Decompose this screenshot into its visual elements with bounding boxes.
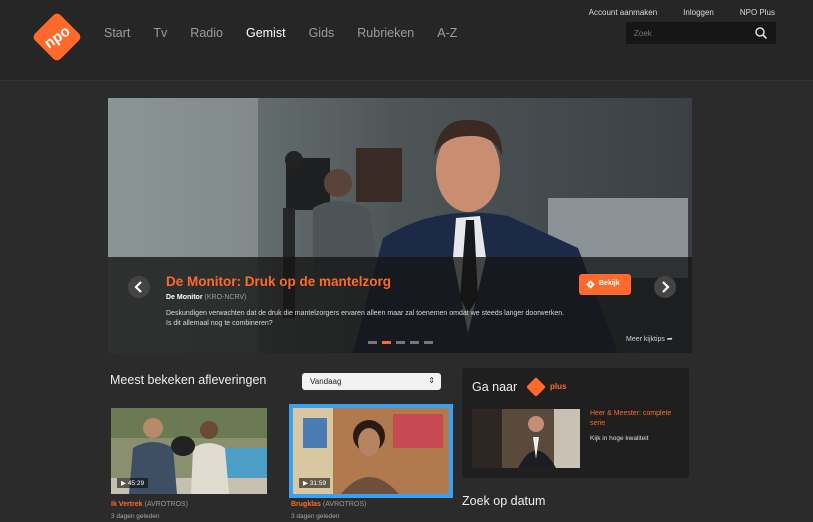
promo-image <box>472 409 580 468</box>
promo-subtitle: Kijk in hoge kwaliteit <box>590 435 649 442</box>
main-nav: Start Tv Radio Gemist Gids Rubrieken A-Z <box>104 26 480 40</box>
episode-thumbnail[interactable]: ▶ 31:59 <box>289 404 453 498</box>
watch-button-label: Bekijk <box>599 280 620 287</box>
hero-subtitle: De Monitor (KRO-NCRV) <box>166 294 246 301</box>
period-filter-select[interactable]: Vandaag ⇕ <box>302 373 441 390</box>
episode-duration: ▶ 45:29 <box>117 478 149 488</box>
search-box <box>626 22 776 44</box>
top-bar: npo Start Tv Radio Gemist Gids Rubrieken… <box>0 0 813 81</box>
period-filter-value: Vandaag <box>310 377 342 386</box>
slide-dot[interactable] <box>368 341 377 344</box>
promo-heading: Ga naar <box>472 380 518 394</box>
episode-title[interactable]: Ik Vertrek (AVROTROS) <box>111 501 188 508</box>
slide-dot[interactable] <box>396 341 405 344</box>
slide-dot[interactable] <box>382 341 391 344</box>
episode-date: 3 dagen geleden <box>291 513 340 520</box>
nav-rubrieken[interactable]: Rubrieken <box>357 26 414 40</box>
select-arrows-icon: ⇕ <box>428 376 435 385</box>
episode-title-text: Brugklas <box>291 501 321 508</box>
duration-text: 31:59 <box>309 480 327 487</box>
account-create-link[interactable]: Account aanmaken <box>589 8 658 17</box>
nav-gemist[interactable]: Gemist <box>246 26 286 40</box>
plus-label: plus <box>550 382 567 391</box>
hero-broadcaster: (KRO-NCRV) <box>204 294 247 301</box>
nav-tv[interactable]: Tv <box>153 26 167 40</box>
previous-slide-arrow-icon[interactable] <box>128 276 150 298</box>
watch-button[interactable]: Bekijk <box>579 274 631 295</box>
search-input[interactable] <box>626 22 754 44</box>
promo-thumbnail[interactable] <box>472 409 580 468</box>
search-icon[interactable] <box>754 26 768 40</box>
more-tips-link[interactable]: Meer kijktips ➦ <box>626 335 673 343</box>
hero-caption: De Monitor: Druk op de mantelzorg De Mon… <box>108 257 692 353</box>
episode-title-text: Ik Vertrek <box>111 501 143 508</box>
npo-plus-promo: Ga naar plus Heer & Meester: complete se… <box>462 368 689 478</box>
hero-description: Deskundigen verwachten dat de druk die m… <box>166 310 565 327</box>
episode-date: 3 dagen geleden <box>111 513 160 520</box>
hero-carousel: De Monitor: Druk op de mantelzorg De Mon… <box>108 98 692 353</box>
nav-radio[interactable]: Radio <box>190 26 223 40</box>
npo-logo[interactable]: npo <box>31 11 83 63</box>
episode-broadcaster: (AVROTROS) <box>144 501 188 508</box>
nav-start[interactable]: Start <box>104 26 130 40</box>
npo-plus-logo-icon <box>526 377 546 397</box>
more-tips-label: Meer kijktips <box>626 336 665 343</box>
promo-title[interactable]: Heer & Meester: complete serie <box>590 409 680 429</box>
slide-indicator <box>368 341 438 344</box>
nav-gids[interactable]: Gids <box>309 26 335 40</box>
most-viewed-heading: Meest bekeken afleveringen <box>110 373 267 387</box>
slide-dot[interactable] <box>410 341 419 344</box>
login-link[interactable]: Inloggen <box>683 8 714 17</box>
date-search-heading: Zoek op datum <box>462 494 546 508</box>
duration-text: 45:29 <box>127 480 145 487</box>
play-icon <box>586 280 595 289</box>
account-links: Account aanmaken Inloggen NPO Plus <box>563 8 775 17</box>
forward-arrow-icon: ➦ <box>666 336 673 343</box>
episode-broadcaster: (AVROTROS) <box>322 501 367 508</box>
episode-duration: ▶ 31:59 <box>299 478 331 488</box>
nav-a-z[interactable]: A-Z <box>437 26 457 40</box>
slide-dot[interactable] <box>424 341 433 344</box>
npo-plus-link[interactable]: NPO Plus <box>740 8 775 17</box>
episode-title[interactable]: Brugklas (AVROTROS) <box>291 501 366 508</box>
next-slide-arrow-icon[interactable] <box>654 276 676 298</box>
hero-program: De Monitor <box>166 294 203 301</box>
hero-title[interactable]: De Monitor: Druk op de mantelzorg <box>166 274 391 289</box>
episode-thumbnail[interactable]: ▶ 45:29 <box>111 408 267 494</box>
